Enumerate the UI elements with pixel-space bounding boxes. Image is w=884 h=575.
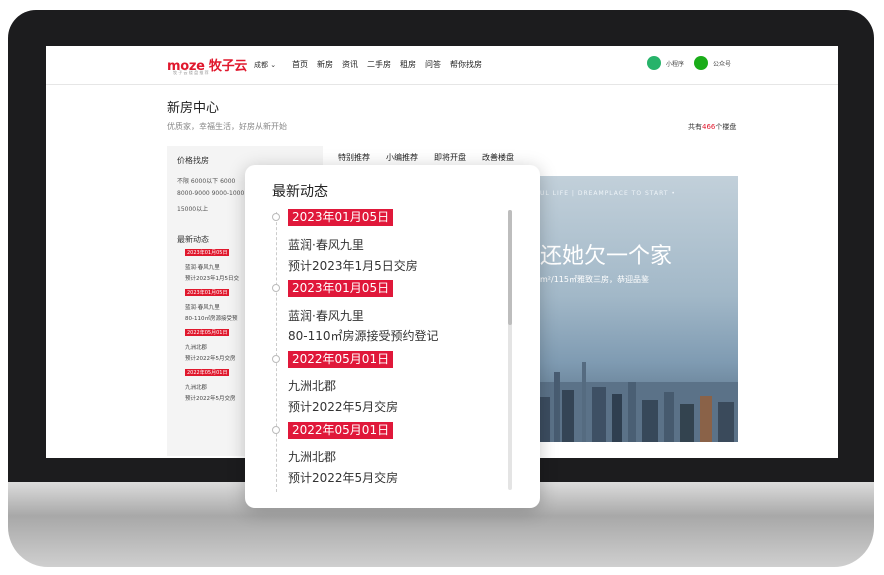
nav-item-news[interactable]: 资讯 [342, 59, 358, 70]
news-item-name[interactable]: 九洲北郡 [288, 448, 336, 465]
news-date: 2023年01月05日 [185, 289, 230, 296]
tab-special[interactable]: 特别推荐 [338, 152, 370, 163]
site-logo[interactable]: moze 牧子云 牧 子 云 楼 盘 推 荐 [167, 55, 247, 75]
news-date: 2022年05月01日 [185, 329, 230, 336]
timeline-dot [272, 426, 280, 434]
news-date-badge: 2022年05月01日 [288, 351, 394, 368]
nav-item-qa[interactable]: 问答 [425, 59, 441, 70]
news-item-name[interactable]: 九洲北郡 [288, 377, 336, 394]
nav-item-find-home[interactable]: 帮你找房 [450, 59, 482, 70]
price-row[interactable]: 8000-9000 9000-1000 [177, 190, 244, 197]
city-skyline-image [532, 362, 738, 442]
news-title: 最新动态 [177, 235, 209, 244]
official-account-label[interactable]: 公众号 [713, 59, 731, 68]
news-name[interactable]: 蓝润·春风九里 [185, 303, 220, 311]
price-title: 价格找房 [177, 156, 209, 165]
popup-scrollbar[interactable] [508, 210, 512, 490]
price-row[interactable]: 不限 6000以下 6000 [177, 176, 235, 185]
latest-news-popup: 最新动态 2023年01月05日 蓝润·春风九里 预计2023年1月5日交房 2… [245, 165, 540, 508]
total-number: 466 [702, 123, 716, 131]
header-right: 小程序 公众号 [647, 56, 731, 70]
news-item-desc: 预计2022年5月交房 [288, 471, 399, 485]
popup-title: 最新动态 [272, 184, 328, 200]
news-item-name[interactable]: 蓝润·春风九里 [288, 236, 364, 253]
total-suffix: 个楼盘 [715, 123, 737, 131]
news-item-desc: 预计2022年5月交房 [288, 400, 399, 414]
page-title: 新房中心 [167, 101, 220, 116]
timeline-dot [272, 355, 280, 363]
mini-program-icon[interactable] [647, 56, 661, 70]
news-date: 2022年05月01日 [185, 369, 230, 376]
total-count: 共有466个楼盘 [688, 122, 736, 132]
news-date-badge: 2023年01月05日 [288, 209, 394, 226]
news-name[interactable]: 九洲北郡 [185, 383, 207, 391]
nav-item-rent[interactable]: 租房 [400, 59, 416, 70]
city-selector[interactable]: 成都 ⌄ [254, 60, 276, 70]
page-subtitle: 优质家，幸福生活，好房从新开始 [167, 122, 287, 131]
banner-headline: 还她欠一个家 [540, 244, 673, 269]
total-prefix: 共有 [688, 123, 702, 131]
nav-item-home[interactable]: 首页 [292, 59, 308, 70]
scrollbar-thumb[interactable] [508, 210, 512, 325]
news-date: 2023年01月05日 [185, 249, 230, 256]
news-item-desc: 预计2023年1月5日交房 [288, 259, 418, 273]
news-desc: 预计2023年1月5日交 [185, 276, 239, 282]
news-name[interactable]: 九洲北郡 [185, 343, 207, 351]
nav-item-new-homes[interactable]: 新房 [317, 59, 333, 70]
tab-upgrade[interactable]: 改善楼盘 [482, 152, 514, 163]
tab-editor[interactable]: 小编推荐 [386, 152, 418, 163]
city-label: 成都 [254, 61, 268, 69]
news-item-desc: 80-110㎡房源接受预约登记 [288, 329, 439, 343]
banner-subline: m²/115㎡雅致三房，恭迎品鉴 [540, 275, 649, 284]
main-nav: 首页 新房 资讯 二手房 租房 问答 帮你找房 [292, 59, 482, 70]
news-date-badge: 2022年05月01日 [288, 422, 394, 439]
news-name[interactable]: 蓝润·春风九里 [185, 263, 220, 271]
tab-upcoming[interactable]: 即将开盘 [434, 152, 466, 163]
news-item-name[interactable]: 蓝润·春风九里 [288, 307, 364, 324]
price-row[interactable]: 15000以上 [177, 204, 208, 213]
timeline-line [276, 212, 277, 492]
promo-banner[interactable]: UL LIFE | DREAMPLACE TO START • 还她欠一个家 m… [532, 176, 738, 442]
site-header: moze 牧子云 牧 子 云 楼 盘 推 荐 成都 ⌄ 首页 新房 资讯 二手房… [46, 46, 838, 85]
nav-item-resale[interactable]: 二手房 [367, 59, 391, 70]
wechat-icon[interactable] [694, 56, 709, 70]
recommend-tabs: 特别推荐 小编推荐 即将开盘 改善楼盘 [338, 152, 514, 163]
news-desc: 预计2022年5月交房 [185, 396, 236, 402]
timeline-dot [272, 284, 280, 292]
chevron-down-icon: ⌄ [270, 61, 277, 69]
banner-top-text: UL LIFE | DREAMPLACE TO START • [540, 190, 676, 197]
mini-program-label[interactable]: 小程序 [666, 59, 684, 68]
news-desc: 80-110㎡房源接受预 [185, 316, 238, 322]
news-desc: 预计2022年5月交房 [185, 356, 236, 362]
logo-tagline: 牧 子 云 楼 盘 推 荐 [173, 70, 209, 75]
timeline-dot [272, 213, 280, 221]
news-date-badge: 2023年01月05日 [288, 280, 394, 297]
